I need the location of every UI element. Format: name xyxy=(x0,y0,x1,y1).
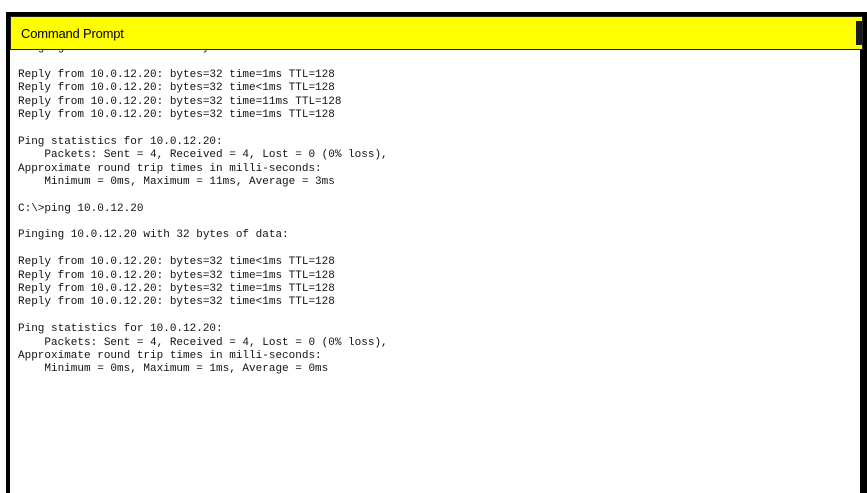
console-line: Reply from 10.0.12.20: bytes=32 time=1ms… xyxy=(18,108,335,121)
console-text: Pinging 10.0.12.20 with 32 bytes of data… xyxy=(18,50,388,377)
console-line: Reply from 10.0.12.20: bytes=32 time=1ms… xyxy=(18,283,335,296)
console-line: Ping statistics for 10.0.12.20: xyxy=(18,323,223,336)
console-line: Reply from 10.0.12.20: bytes=32 time<1ms… xyxy=(18,256,335,269)
console-output-area[interactable]: Pinging 10.0.12.20 with 32 bytes of data… xyxy=(10,50,863,493)
console-line: Reply from 10.0.12.20: bytes=32 time=1ms… xyxy=(18,68,335,81)
console-line: Reply from 10.0.12.20: bytes=32 time<1ms… xyxy=(18,82,335,95)
scrollbar-edge[interactable] xyxy=(860,50,863,493)
window-control-edge[interactable] xyxy=(856,21,862,45)
console-line: Reply from 10.0.12.20: bytes=32 time=1ms… xyxy=(18,269,335,282)
window-title: Command Prompt xyxy=(21,26,124,41)
console-line: C:\>ping 10.0.12.20 xyxy=(18,202,144,215)
console-line: Packets: Sent = 4, Received = 4, Lost = … xyxy=(18,149,388,162)
console-line: Packets: Sent = 4, Received = 4, Lost = … xyxy=(18,336,388,349)
console-line: Approximate round trip times in milli-se… xyxy=(18,349,322,362)
console-line: Minimum = 0ms, Maximum = 11ms, Average =… xyxy=(18,175,335,188)
window-titlebar[interactable]: Command Prompt xyxy=(10,16,863,50)
console-line: Approximate round trip times in milli-se… xyxy=(18,162,322,175)
console-line: Reply from 10.0.12.20: bytes=32 time<1ms… xyxy=(18,296,335,309)
console-line: Reply from 10.0.12.20: bytes=32 time=11m… xyxy=(18,95,342,108)
console-line: Pinging 10.0.12.20 with 32 bytes of data… xyxy=(18,229,289,242)
console-line: Minimum = 0ms, Maximum = 1ms, Average = … xyxy=(18,363,329,376)
console-line: Ping statistics for 10.0.12.20: xyxy=(18,135,223,148)
command-prompt-window: Command Prompt Pinging 10.0.12.20 with 3… xyxy=(6,12,867,493)
